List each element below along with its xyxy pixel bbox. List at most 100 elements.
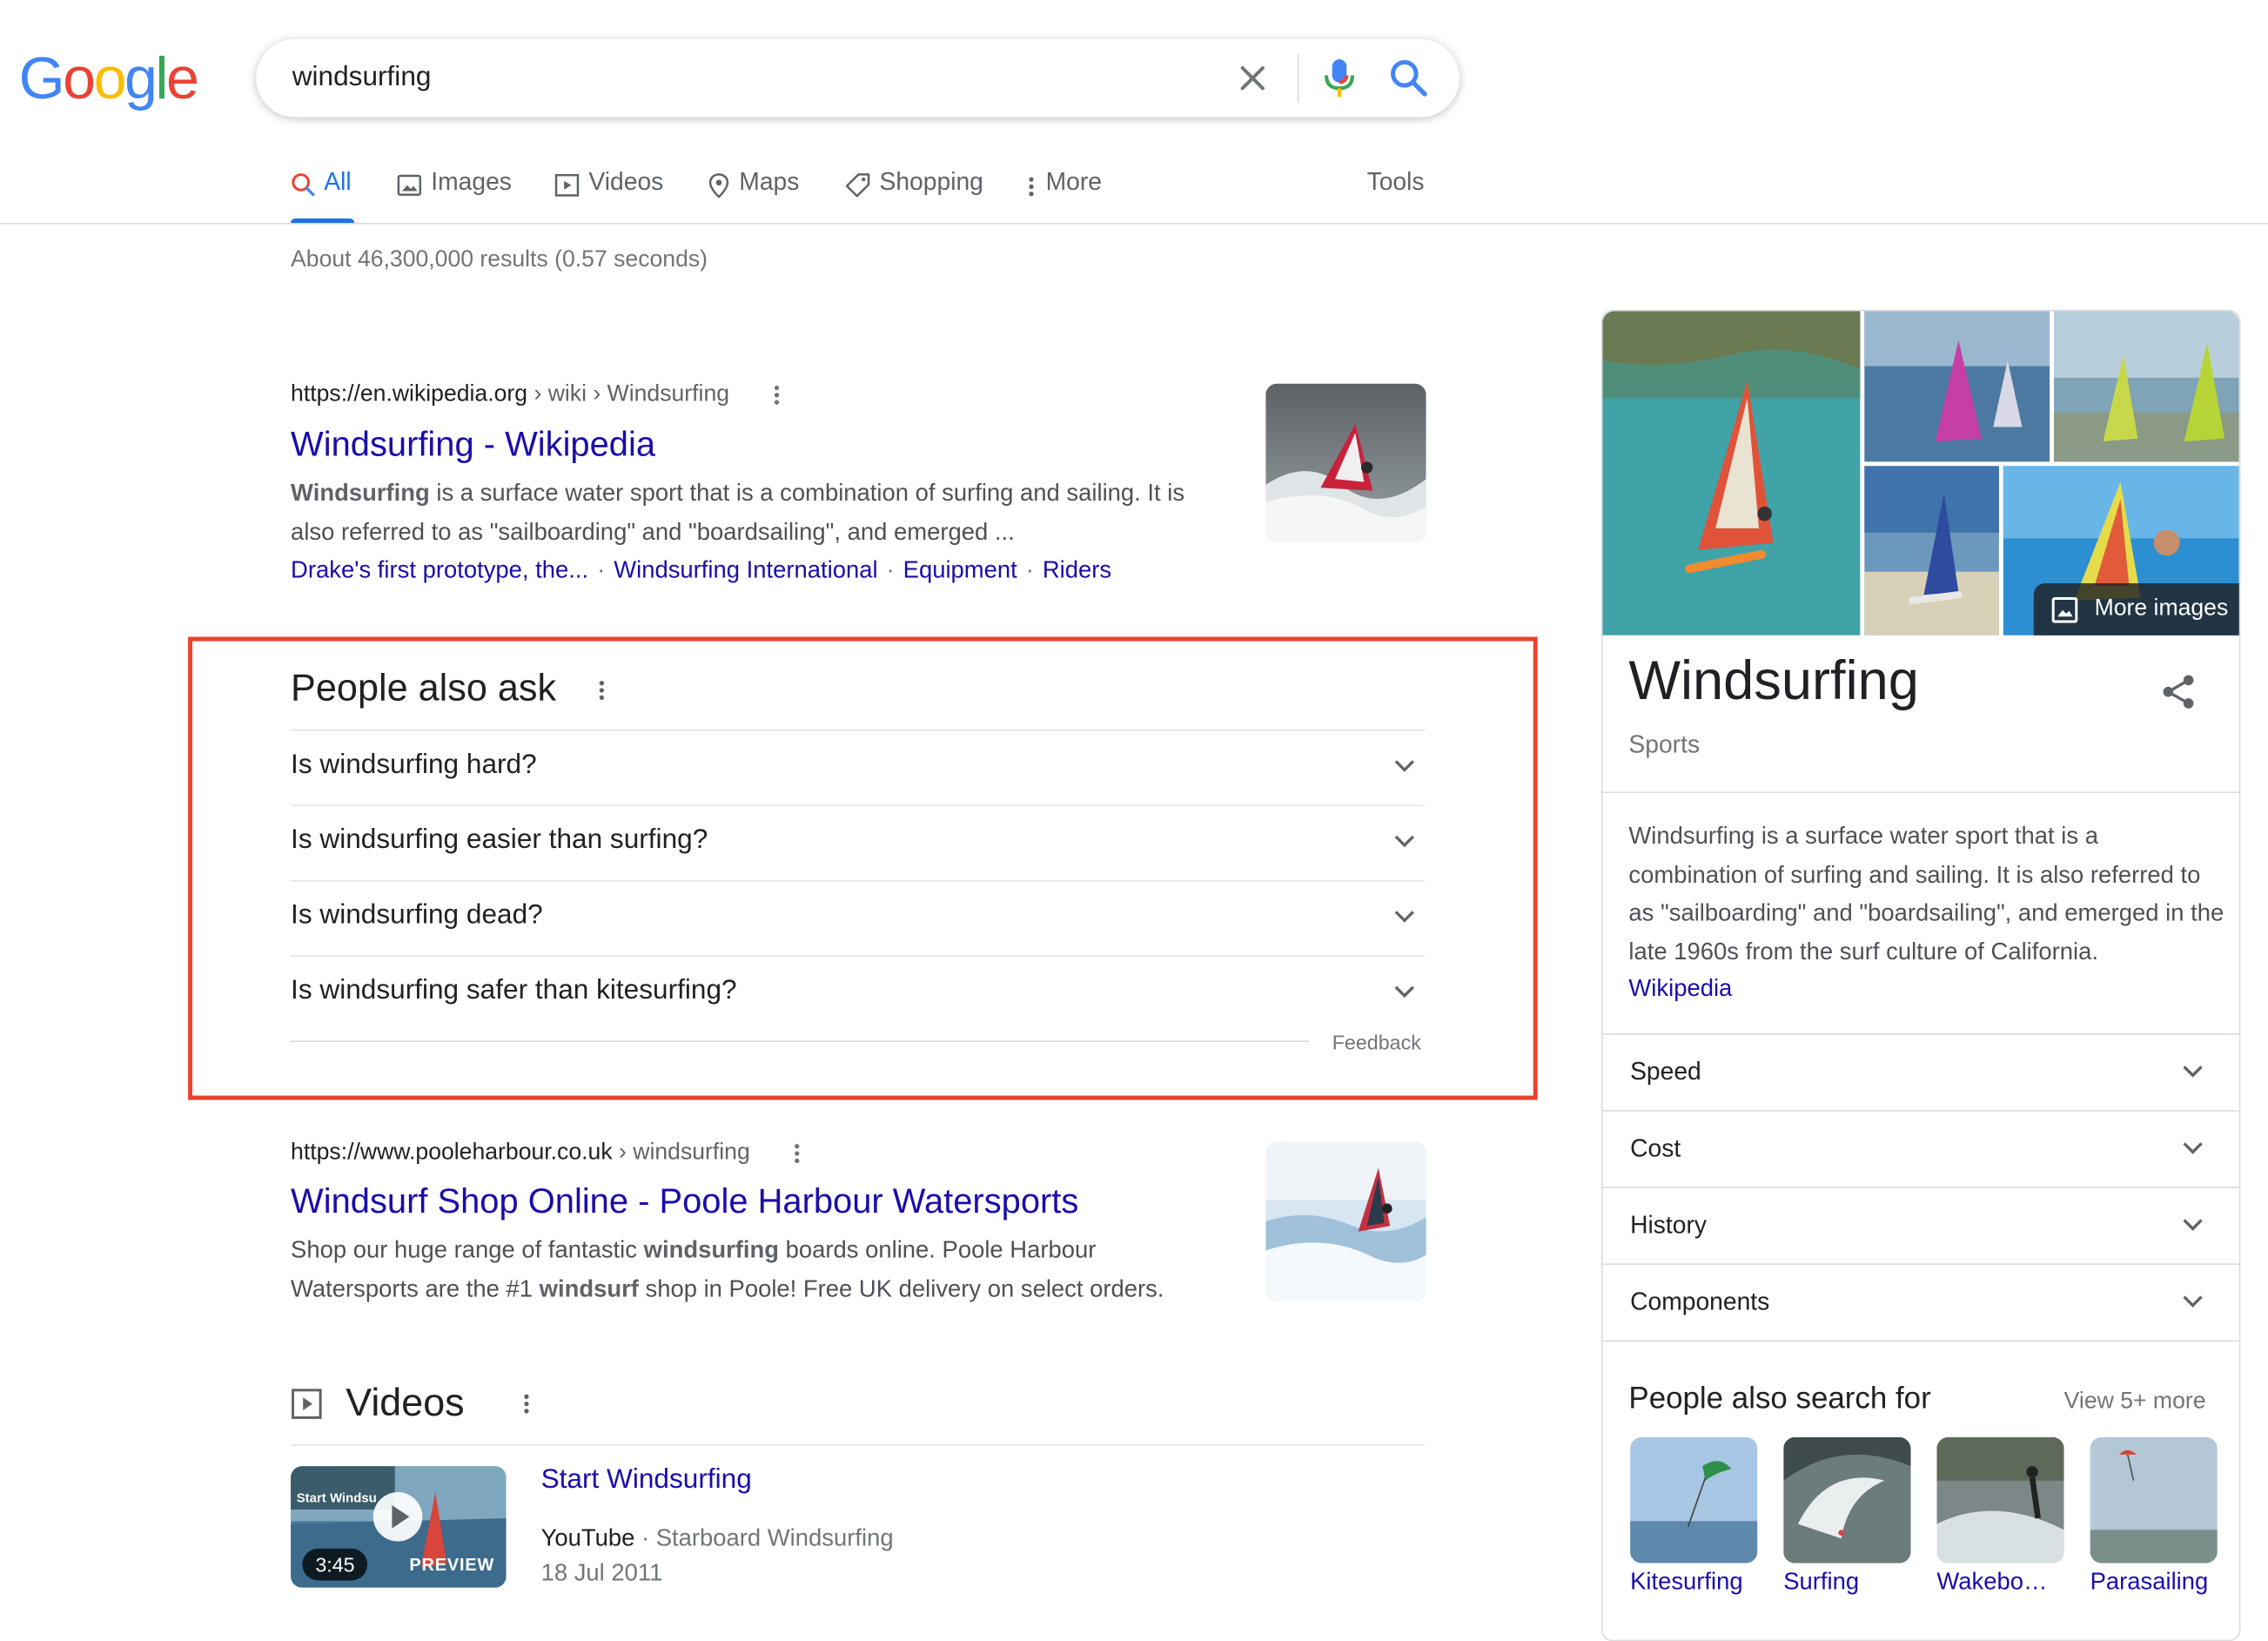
more-vert-icon[interactable] <box>524 1392 530 1416</box>
kp-row-label: Speed <box>1630 1058 1701 1086</box>
snippet-text: shop in Poole! Free UK delivery on selec… <box>638 1276 1164 1303</box>
tab-more[interactable]: More <box>1025 168 1102 223</box>
kp-row-label: History <box>1630 1211 1708 1240</box>
paa-question-text: Is windsurfing easier than surfing? <box>291 824 708 856</box>
more-vert-icon[interactable] <box>774 383 780 407</box>
kp-row-speed[interactable]: Speed <box>1602 1035 2238 1110</box>
sitelinks: Drake's first prototype, the... · Windsurf… <box>291 557 1111 585</box>
share-icon[interactable] <box>2161 673 2196 710</box>
kp-source-link[interactable]: Wikipedia <box>1628 976 1732 1004</box>
result-snippet: Shop our huge range of fantastic windsur… <box>291 1232 1217 1310</box>
more-images-button[interactable]: More images <box>2033 582 2239 636</box>
google-results-page: Google A <box>0 0 2268 1641</box>
result-url[interactable]: https://www.pooleharbour.co.uk › windsur… <box>291 1140 800 1167</box>
sitelink[interactable]: Drake's first prototype, the... <box>291 557 588 583</box>
feedback-link[interactable]: Feedback <box>1332 1031 1421 1054</box>
sitelink-separator: · <box>597 557 606 583</box>
result-thumbnail[interactable] <box>1265 383 1426 543</box>
video-thumbnail[interactable]: Start Windsu 3:45 PREVIEW <box>291 1466 507 1588</box>
tab-shopping[interactable]: Shopping <box>845 168 983 223</box>
sitelink-separator: · <box>1025 557 1034 583</box>
kp-divider <box>1602 791 2239 794</box>
search-box <box>256 38 1459 118</box>
tab-maps[interactable]: Maps <box>708 168 799 223</box>
logo-letter: g <box>124 44 158 112</box>
tab-label: More <box>1045 167 1103 196</box>
preview-badge: PREVIEW <box>409 1554 495 1575</box>
more-images-label: More images <box>2094 595 2229 622</box>
pasf-image <box>1936 1436 2064 1564</box>
snippet-keyword: windsurf <box>539 1276 639 1303</box>
tab-label: Videos <box>588 167 664 196</box>
sitelink[interactable]: Windsurfing International <box>614 557 877 583</box>
pasf-card[interactable]: Wakebo… <box>1936 1436 2064 1597</box>
kp-row-label: Components <box>1630 1288 1770 1316</box>
pasf-image <box>2090 1436 2218 1564</box>
logo-letter: o <box>93 44 127 112</box>
more-vert-icon[interactable] <box>599 679 605 703</box>
search-icon <box>292 173 315 197</box>
kp-divider <box>1602 1340 2239 1342</box>
pasf-card[interactable]: Parasailing <box>2090 1436 2218 1597</box>
paa-question[interactable]: Is windsurfing easier than surfing? <box>291 806 1425 880</box>
kp-subtitle: Sports <box>1628 730 1701 759</box>
kp-description: Windsurfing is a surface water sport tha… <box>1628 823 2224 965</box>
search-icon[interactable] <box>1389 57 1430 100</box>
chevron-down-icon <box>2183 1219 2203 1231</box>
video-title-link[interactable]: Start Windsurfing <box>541 1464 752 1496</box>
sitelink[interactable]: Riders <box>1043 557 1111 583</box>
paa-question[interactable]: Is windsurfing dead? <box>291 881 1425 955</box>
more-vert-icon[interactable] <box>794 1141 800 1165</box>
result-stats: About 46,300,000 results (0.57 seconds) <box>291 247 708 272</box>
search-result: https://www.pooleharbour.co.uk › windsur… <box>291 1140 800 1167</box>
result-url[interactable]: https://en.wikipedia.org › wiki › Windsu… <box>291 382 779 408</box>
image-icon <box>397 174 422 196</box>
snippet-keyword: Windsurfing <box>291 480 430 507</box>
pasf-card[interactable]: Kitesurfing <box>1630 1436 1758 1597</box>
tools-button[interactable]: Tools <box>1367 168 1425 197</box>
paa-question[interactable]: Is windsurfing hard? <box>291 731 1425 805</box>
view-more-link[interactable]: View 5+ more <box>2064 1389 2206 1416</box>
kp-row-history[interactable]: History <box>1602 1188 2238 1263</box>
logo-text: Google <box>19 44 199 112</box>
pasf-image <box>1630 1436 1758 1564</box>
result-domain: https://www.pooleharbour.co.uk <box>291 1140 613 1166</box>
paa-question[interactable]: Is windsurfing safer than kitesurfing? <box>291 957 1425 1031</box>
google-logo[interactable]: Google <box>19 44 199 112</box>
pasf-card[interactable]: Surfing <box>1783 1436 1911 1597</box>
paa-question-text: Is windsurfing safer than kitesurfing? <box>291 975 737 1006</box>
people-also-search-heading: People also search for <box>1628 1382 1931 1416</box>
paa-question-text: Is windsurfing hard? <box>291 750 537 781</box>
paa-title-text: People also ask <box>291 665 557 710</box>
result-thumbnail[interactable] <box>1265 1141 1426 1301</box>
tab-label: Images <box>431 167 512 196</box>
result-snippet: Windsurfing is a surface water sport tha… <box>291 474 1217 553</box>
play-icon <box>554 173 580 197</box>
video-duration: 3:45 <box>302 1548 368 1581</box>
videos-divider <box>291 1444 1426 1446</box>
kp-title: Windsurfing <box>1628 651 1919 712</box>
search-divider <box>1297 53 1299 104</box>
search-input[interactable] <box>292 57 1218 99</box>
video-source: YouTube <box>540 1525 635 1552</box>
result-title-link[interactable]: Windsurfing - Wikipedia <box>291 426 655 467</box>
more-vert-icon <box>1029 177 1034 197</box>
logo-letter: l <box>155 44 168 112</box>
chevron-down-icon <box>2183 1066 2203 1078</box>
header-divider <box>0 223 2268 225</box>
tab-images[interactable]: Images <box>396 168 512 223</box>
video-channel: Starboard Windsurfing <box>655 1525 894 1552</box>
tab-videos[interactable]: Videos <box>554 167 664 223</box>
sitelink[interactable]: Equipment <box>903 557 1017 583</box>
pasf-label: Surfing <box>1783 1569 1860 1596</box>
tab-all[interactable]: All <box>291 168 355 224</box>
kp-row-components[interactable]: Components <box>1602 1265 2238 1340</box>
chevron-down-icon <box>1394 985 1414 999</box>
videos-heading: Videos <box>346 1381 465 1424</box>
kp-row-cost[interactable]: Cost <box>1602 1112 2238 1187</box>
clear-icon[interactable] <box>1234 59 1272 97</box>
result-title-link[interactable]: Windsurf Shop Online - Poole Harbour Wat… <box>291 1182 1078 1223</box>
play-icon[interactable] <box>372 1490 424 1543</box>
chevron-down-icon <box>1394 911 1414 923</box>
microphone-icon[interactable] <box>1322 57 1357 100</box>
